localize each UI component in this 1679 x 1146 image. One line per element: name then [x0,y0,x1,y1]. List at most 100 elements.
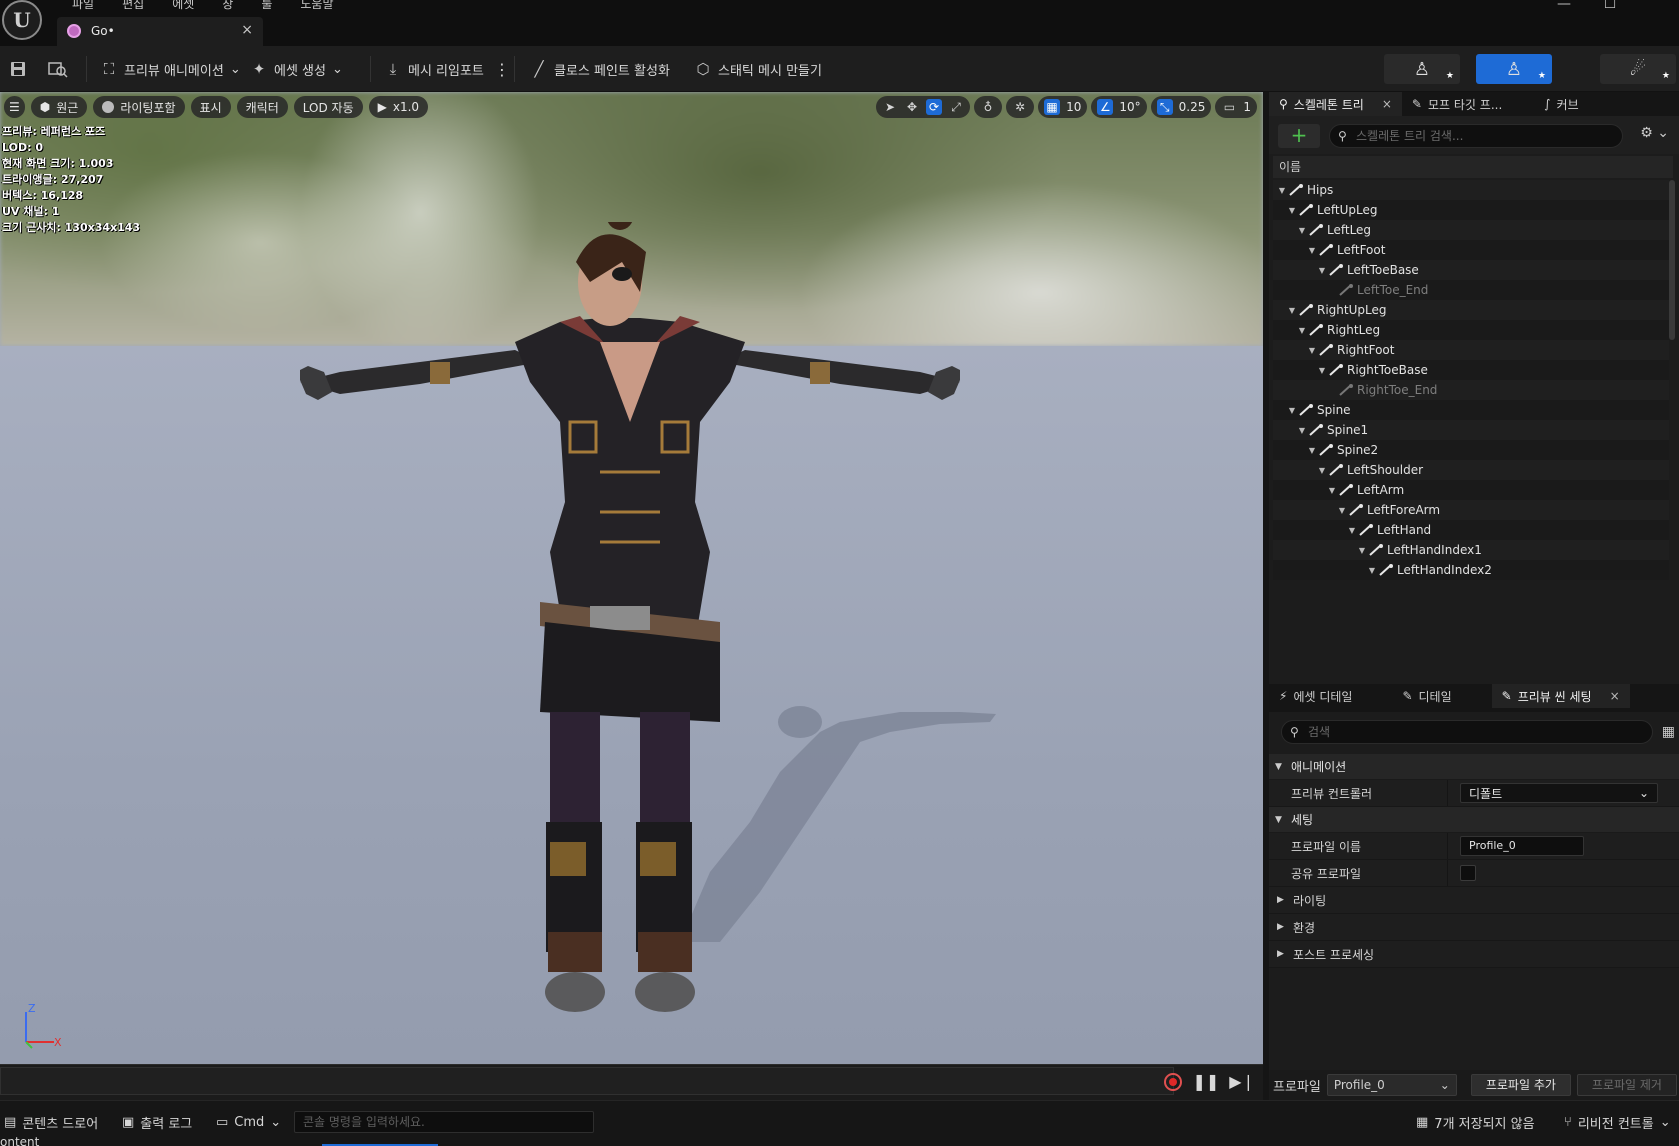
tree-row[interactable]: ▼ RightLeg [1273,320,1669,340]
subcategory-post-process[interactable]: ▶ 포스트 프로세싱 [1269,941,1679,968]
preview-animation-dropdown[interactable]: ⛶ 프리뷰 애니메이션 ⌄ [100,58,241,80]
scale-icon[interactable]: ⤢ [948,99,964,115]
tree-row[interactable]: ▼ LeftArm [1273,480,1669,500]
tab-morph-targets[interactable]: ✎ 모프 타깃 프... [1402,92,1512,116]
scale-snap-value[interactable]: 0.25 [1179,100,1206,114]
lighting-mode-button[interactable]: 라이팅포함 [93,96,185,118]
revision-control-button[interactable]: ⑂ 리비전 컨트롤 ⌄ [1564,1111,1671,1133]
tree-row[interactable]: ▼ LeftHandIndex1 [1273,540,1669,560]
category-settings[interactable]: ▼ 세팅 [1269,807,1679,833]
save-button[interactable] [9,58,27,80]
tree-row[interactable]: ▼ LeftToeBase [1273,260,1669,280]
expand-arrow-icon[interactable]: ▼ [1367,566,1377,575]
tree-row[interactable]: ▼ RightUpLeg [1273,300,1669,320]
tree-row[interactable]: ▼ RightFoot [1273,340,1669,360]
add-socket-button[interactable]: + [1278,124,1320,148]
unsaved-assets-button[interactable]: ▦ 7개 저장되지 않음 [1416,1111,1535,1133]
perspective-button[interactable]: ⬢ 원근 [30,96,88,118]
tree-row[interactable]: ▼ RightToeBase [1273,360,1669,380]
tab-skeleton-tree[interactable]: ⚲ 스켈레톤 트리 × [1269,92,1402,116]
mesh-reimport-button[interactable]: ⤓ 메시 리임포트 [384,58,484,80]
menu-help[interactable]: 도움말 [286,0,347,12]
expand-arrow-icon[interactable]: ▼ [1317,266,1327,275]
rotate-icon[interactable]: ⟳ [926,99,943,115]
expand-arrow-icon[interactable]: ▼ [1347,526,1357,535]
expand-arrow-icon[interactable]: ▼ [1317,366,1327,375]
expand-arrow-icon[interactable]: ▼ [1287,206,1297,215]
close-tab-icon[interactable]: × [1610,689,1620,703]
tree-row[interactable]: LeftToe_End [1273,280,1669,300]
step-forward-icon[interactable]: ▶❘ [1229,1073,1255,1091]
menu-tools[interactable]: 툴 [247,0,286,12]
expand-arrow-icon[interactable]: ▼ [1277,186,1287,195]
expand-arrow-icon[interactable]: ▼ [1297,326,1307,335]
pause-icon[interactable]: ❚❚ [1192,1073,1219,1091]
document-tab[interactable]: Go• × [57,17,263,46]
play-speed-button[interactable]: ▶ x1.0 [368,96,429,118]
browse-asset-button[interactable] [48,58,68,80]
tab-details[interactable]: ✎ 디테일 [1392,684,1461,708]
create-asset-dropdown[interactable]: ✦ 에셋 생성 ⌄ [250,58,343,80]
profile-name-input[interactable]: Profile_0 [1460,836,1584,856]
close-tab-icon[interactable]: × [241,22,253,38]
subcategory-environment[interactable]: ▶ 환경 [1269,914,1679,941]
lod-button[interactable]: LOD 자동 [293,96,363,118]
expand-arrow-icon[interactable]: ▼ [1357,546,1367,555]
show-button[interactable]: 표시 [190,96,231,118]
skeleton-tree-search-input[interactable]: ⚲ 스켈레톤 트리 검색... [1329,124,1623,148]
close-tab-icon[interactable]: × [1382,97,1392,111]
skeleton-mode-button[interactable]: ♙ ★ [1384,54,1460,84]
content-drawer-button[interactable]: ▤ 콘텐츠 드로어 [4,1111,98,1133]
property-matrix-icon[interactable]: ▦ [1662,724,1675,740]
rotation-snap-toggle[interactable]: ∠ 10° [1091,96,1147,118]
expand-arrow-icon[interactable]: ▼ [1287,306,1297,315]
expand-arrow-icon[interactable]: ▼ [1337,506,1347,515]
record-button[interactable] [1164,1073,1183,1091]
profile-select[interactable]: Profile_0 ⌄ [1326,1074,1457,1096]
console-command-input[interactable]: 콘솔 명령을 입력하세요. [294,1111,594,1133]
tree-row[interactable]: ▼ LeftShoulder [1273,460,1669,480]
surface-snap-button[interactable]: ✲ [1006,96,1035,118]
maximize-button[interactable]: ☐ [1587,0,1633,12]
close-window-button[interactable] [1633,0,1679,12]
tree-row[interactable]: ▼ LeftUpLeg [1273,200,1669,220]
tab-preview-scene-settings[interactable]: ✎ 프리뷰 씬 세팅 × [1491,684,1630,708]
expand-arrow-icon[interactable]: ▼ [1307,246,1317,255]
expand-arrow-icon[interactable]: ▼ [1297,426,1307,435]
preview-controller-dropdown[interactable]: 디폴트 ⌄ [1460,783,1658,803]
tree-row[interactable]: RightToe_End [1273,380,1669,400]
settings-gear-icon[interactable]: ⚙ ⌄ [1640,125,1669,141]
tab-asset-details[interactable]: ⚡ 에셋 디테일 [1269,684,1362,708]
character-button[interactable]: 캐릭터 [236,96,288,118]
remove-profile-button[interactable]: 프로파일 제거 [1576,1074,1677,1096]
timeline-track[interactable] [0,1067,1174,1095]
select-icon[interactable]: ➤ [882,99,898,115]
viewport-menu-button[interactable]: ☰ [4,96,25,118]
output-log-button[interactable]: ▣ 출력 로그 [122,1111,192,1133]
minimize-button[interactable]: — [1541,0,1587,12]
tree-row[interactable]: ▼ Hips [1273,180,1669,200]
expand-arrow-icon[interactable]: ▼ [1287,406,1297,415]
tree-row[interactable]: ▼ Spine2 [1273,440,1669,460]
details-search-input[interactable]: ⚲ 검색 [1281,720,1653,744]
expand-arrow-icon[interactable]: ▼ [1307,446,1317,455]
character-mesh[interactable] [300,222,960,1022]
rotation-snap-value[interactable]: 10° [1119,100,1140,114]
grid-snap-value[interactable]: 10 [1066,100,1081,114]
preview-viewport[interactable]: ☰ ⬢ 원근 라이팅포함 표시 캐릭터 LOD 자동 ▶ x1.0 ➤ ✥ ⟳ ⤢ … [0,92,1263,1064]
subcategory-lighting[interactable]: ▶ 라이팅 [1269,887,1679,914]
unreal-logo-icon[interactable]: U [2,0,42,40]
tab-curves[interactable]: ∫ 커브 [1534,92,1588,116]
expand-arrow-icon[interactable]: ▼ [1307,346,1317,355]
category-animation[interactable]: ▼ 애니메이션 [1269,754,1679,780]
expand-arrow-icon[interactable]: ▼ [1297,226,1307,235]
tree-row[interactable]: ▼ LeftFoot [1273,240,1669,260]
cloth-paint-button[interactable]: ╱ 클로스 페인트 활성화 [530,58,669,80]
add-profile-button[interactable]: 프로파일 추가 [1470,1074,1571,1096]
tree-row[interactable]: ▼ LeftForeArm [1273,500,1669,520]
make-static-mesh-button[interactable]: ⬡ 스태틱 메시 만들기 [694,58,822,80]
tree-row[interactable]: ▼ Spine1 [1273,420,1669,440]
mesh-mode-button[interactable]: ♙ ★ [1476,54,1552,84]
cmd-dropdown[interactable]: ▭ Cmd ⌄ [216,1111,281,1133]
tree-row[interactable]: ▼ LeftHandIndex2 [1273,560,1669,580]
